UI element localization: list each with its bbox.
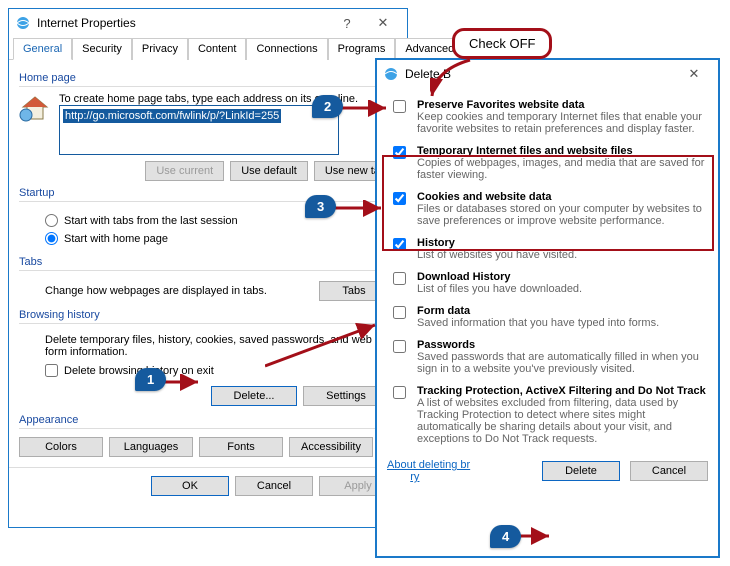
annotation-check-off: Check OFF <box>452 28 552 59</box>
tab-security[interactable]: Security <box>72 38 132 60</box>
tabs-label: Tabs <box>19 256 397 268</box>
help-button[interactable]: ? <box>331 12 363 34</box>
preserve-favorites-checkbox[interactable] <box>393 100 406 113</box>
preserve-favorites-desc: Keep cookies and temporary Internet file… <box>417 111 706 135</box>
pw-row: Passwords Saved passwords that are autom… <box>387 334 708 380</box>
close-button[interactable]: ✕ <box>674 63 714 85</box>
dlhistory-title: Download History <box>417 271 582 283</box>
preserve-favorites-row: Preserve Favorites website data Keep coo… <box>387 94 708 140</box>
cookies-desc: Files or databases stored on your comput… <box>417 203 706 227</box>
startup-home-radio[interactable]: Start with home page <box>45 232 168 245</box>
tab-strip: General Security Privacy Content Connect… <box>9 37 407 60</box>
tab-content[interactable]: Content <box>188 38 247 60</box>
dlhistory-row: Download History List of files you have … <box>387 266 708 300</box>
cookies-checkbox[interactable] <box>393 192 406 205</box>
cancel-button[interactable]: Cancel <box>630 461 708 481</box>
pw-checkbox[interactable] <box>393 340 406 353</box>
history-row: History List of websites you have visite… <box>387 232 708 266</box>
pw-title: Passwords <box>417 339 706 351</box>
cancel-button[interactable]: Cancel <box>235 476 313 496</box>
tab-privacy[interactable]: Privacy <box>132 38 188 60</box>
history-checkbox[interactable] <box>393 238 406 251</box>
tab-programs[interactable]: Programs <box>328 38 396 60</box>
startup-label: Startup <box>19 187 397 199</box>
delete-confirm-button[interactable]: Delete <box>542 461 620 481</box>
languages-button[interactable]: Languages <box>109 437 193 457</box>
form-row: Form data Saved information that you hav… <box>387 300 708 334</box>
tracking-checkbox[interactable] <box>393 386 406 399</box>
startup-tabs-radio[interactable]: Start with tabs from the last session <box>45 214 238 227</box>
delete-browsing-history-dialog[interactable]: Delete B ✕ Preserve Favorites website da… <box>375 58 720 558</box>
pw-desc: Saved passwords that are automatically f… <box>417 351 706 375</box>
ie-options-icon <box>15 15 31 31</box>
temp-files-title: Temporary Internet files and website fil… <box>417 145 706 157</box>
about-link[interactable]: About deleting browsing history <box>387 459 522 483</box>
dialog-title: Delete B <box>405 67 451 81</box>
tracking-row: Tracking Protection, ActiveX Filtering a… <box>387 380 708 445</box>
annotation-3: 3 <box>305 195 336 218</box>
delete-on-exit-checkbox[interactable]: Delete browsing history on exit <box>45 364 214 377</box>
close-button[interactable]: ✕ <box>363 12 403 34</box>
internet-properties-dialog[interactable]: Internet Properties ? ✕ General Security… <box>8 8 408 528</box>
tracking-desc: A list of websites excluded from filteri… <box>417 397 706 445</box>
form-desc: Saved information that you have typed in… <box>417 317 659 329</box>
accessibility-button[interactable]: Accessibility <box>289 437 373 457</box>
home-icon <box>19 93 51 125</box>
delete-button[interactable]: Delete... <box>211 386 297 406</box>
annotation-1: 1 <box>135 368 166 391</box>
tracking-title: Tracking Protection, ActiveX Filtering a… <box>417 385 706 397</box>
tab-connections[interactable]: Connections <box>246 38 327 60</box>
temp-files-checkbox[interactable] <box>393 146 406 159</box>
tabs-text: Change how webpages are displayed in tab… <box>45 285 311 297</box>
temp-files-desc: Copies of webpages, images, and media th… <box>417 157 706 181</box>
cookies-title: Cookies and website data <box>417 191 706 203</box>
use-current-button: Use current <box>145 161 224 181</box>
tab-general[interactable]: General <box>13 38 72 60</box>
form-checkbox[interactable] <box>393 306 406 319</box>
cookies-row: Cookies and website data Files or databa… <box>387 186 708 232</box>
titlebar[interactable]: Internet Properties ? ✕ <box>9 9 407 37</box>
home-page-label: Home page <box>19 72 397 84</box>
dlhistory-desc: List of files you have downloaded. <box>417 283 582 295</box>
use-default-button[interactable]: Use default <box>230 161 308 181</box>
annotation-2: 2 <box>312 95 343 118</box>
temp-files-row: Temporary Internet files and website fil… <box>387 140 708 186</box>
browsing-history-text: Delete temporary files, history, cookies… <box>45 334 389 358</box>
annotation-4: 4 <box>490 525 521 548</box>
home-page-url-input[interactable]: http://go.microsoft.com/fwlink/p/?LinkId… <box>59 105 339 155</box>
form-title: Form data <box>417 305 659 317</box>
home-page-hint: To create home page tabs, type each addr… <box>59 93 397 105</box>
fonts-button[interactable]: Fonts <box>199 437 283 457</box>
dlhistory-checkbox[interactable] <box>393 272 406 285</box>
appearance-label: Appearance <box>19 414 397 426</box>
dialog-title: Internet Properties <box>37 16 136 30</box>
history-desc: List of websites you have visited. <box>417 249 577 261</box>
ie-options-icon <box>383 66 399 82</box>
colors-button[interactable]: Colors <box>19 437 103 457</box>
home-page-url-text: http://go.microsoft.com/fwlink/p/?LinkId… <box>63 109 281 123</box>
history-title: History <box>417 237 577 249</box>
browsing-history-label: Browsing history <box>19 309 397 321</box>
ok-button[interactable]: OK <box>151 476 229 496</box>
preserve-favorites-title: Preserve Favorites website data <box>417 99 706 111</box>
titlebar[interactable]: Delete B ✕ <box>377 60 718 88</box>
